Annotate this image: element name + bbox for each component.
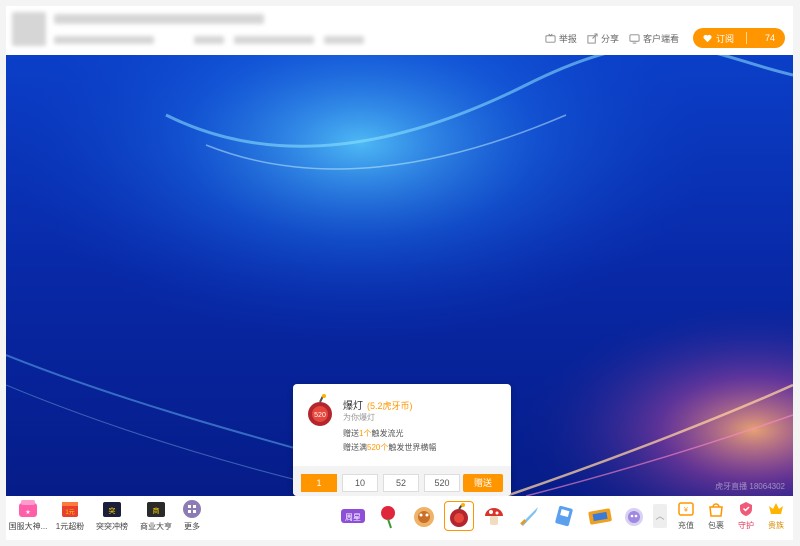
gift-title: 爆灯 (5.2虎牙币) [343,397,413,412]
recharge-icon: ¥ [678,502,694,516]
bomb-light-icon: 520 [308,394,332,426]
svg-text:突: 突 [109,506,116,515]
svg-text:520: 520 [314,412,326,419]
bottom-toolbar: ★ 国服大神... 1元 1元超粉 突 突突冲榜 商 商业大亨 更多 周星 ︿ … [6,496,793,540]
blurred-room-title [54,14,264,24]
activity-label: 国服大神... [8,522,48,531]
gift-subtitle: 为你爆灯 [343,413,375,422]
gift-slot-weekly-star[interactable]: 周星 [339,502,367,530]
chevron-up-icon: ︿ [655,511,665,521]
line1-highlight: 1个 [359,429,372,438]
svg-text:★: ★ [25,509,30,516]
recharge-button[interactable]: ¥ 充值 [672,500,700,531]
send-gift-button[interactable]: 赠送 [463,474,503,492]
gift-popup-body: 520 爆灯 (5.2虎牙币) 为你爆灯 赠送1个触发流光 赠送满520个触发世界… [293,384,511,458]
gift-slot-sword[interactable] [515,502,543,530]
ticket-icon [588,508,612,525]
svg-text:1元: 1元 [65,509,74,516]
gift-popup-footer: 1 10 52 520 赠送 [293,466,511,496]
line2-suffix: 触发世界横幅 [388,443,437,452]
blurred-room-info-3 [234,36,314,44]
gift-slot-bomb-light[interactable] [444,501,474,531]
card-icon [555,505,573,527]
activity-label: 商业大亨 [140,522,172,531]
business-tycoon-icon: 商 [147,502,165,517]
share-label: 分享 [600,33,619,44]
line1-prefix: 赠送 [343,429,359,438]
share-link[interactable]: 分享 [587,32,619,45]
header-actions: 举报 分享 客户端看 订阅 74 [545,28,785,48]
weekly-star-icon: 周星 [341,509,365,523]
bomb-light-icon [450,503,468,527]
subscribe-count: 74 [764,33,775,43]
noble-label: 贵族 [768,521,784,530]
subscribe-divider [745,32,747,44]
quantity-1-button[interactable]: 1 [301,474,337,492]
guard-icon [740,502,752,516]
activity-one-yuan-fan[interactable]: 1元 1元超粉 [48,499,92,532]
gift-slot-ticket[interactable] [586,502,614,530]
cake-icon [414,507,434,527]
line2-highlight: 520个 [367,443,389,452]
heart-icon [703,34,712,42]
gift-price: (5.2虎牙币) [367,401,413,411]
blurred-room-info-4 [324,36,364,44]
noble-button[interactable]: 贵族 [762,500,790,531]
line1-suffix: 触发流光 [371,429,404,438]
subscribe-label: 订阅 [715,33,734,44]
package-button[interactable]: 包裹 [702,500,730,531]
activity-more[interactable]: 更多 [170,499,214,532]
video-watermark: 虎牙直播 18064302 [715,482,785,491]
package-label: 包裹 [708,521,724,530]
report-link[interactable]: 举报 [545,32,577,45]
rose-icon [381,506,395,529]
monitor-icon [629,33,640,44]
mushroom-icon [485,508,503,525]
recharge-label: 充值 [678,521,694,530]
app-frame: 举报 分享 客户端看 订阅 74 虎牙直播 18064302 520 爆灯 (5… [6,6,793,540]
activity-label: 更多 [184,522,200,531]
svg-text:商: 商 [153,506,160,515]
activity-label: 突突冲榜 [96,522,128,531]
gift-effect-line-2: 赠送满520个触发世界横幅 [343,442,436,453]
more-grid-icon [183,500,201,518]
national-server-icon: ★ [19,500,37,517]
activity-rank-rush[interactable]: 突 突突冲榜 [90,499,134,532]
tv-report-icon [545,33,556,43]
gift-bar-scroll-up[interactable]: ︿ [653,504,667,528]
activity-national-server[interactable]: ★ 国服大神... [6,499,50,532]
quantity-52-button[interactable]: 52 [383,474,419,492]
sword-icon [520,507,538,526]
line2-prefix: 赠送满 [343,443,367,452]
gift-popup: 520 爆灯 (5.2虎牙币) 为你爆灯 赠送1个触发流光 赠送满520个触发世界… [293,384,511,502]
mascot-icon [625,508,643,526]
one-yuan-fan-icon: 1元 [62,502,78,517]
client-link[interactable]: 客户端看 [629,32,679,45]
quantity-10-button[interactable]: 10 [342,474,378,492]
svg-text:¥: ¥ [684,507,688,514]
subscribe-button[interactable]: 订阅 74 [692,28,785,48]
gift-name: 爆灯 [343,401,363,412]
guard-label: 守护 [738,521,754,530]
gift-slot-mushroom[interactable] [480,502,508,530]
activity-label: 1元超粉 [55,522,85,531]
rank-rush-icon: 突 [103,502,121,517]
gift-slot-cake[interactable] [410,502,438,530]
weekly-star-badge-text: 周星 [345,513,361,522]
room-header: 举报 分享 客户端看 订阅 74 [6,6,793,55]
gift-slot-card[interactable] [551,502,579,530]
guard-button[interactable]: 守护 [732,500,760,531]
report-label: 举报 [558,33,577,44]
package-icon [709,503,723,517]
gift-slot-rose[interactable] [375,502,403,530]
noble-icon [769,503,783,514]
gift-slot-mascot[interactable] [620,502,648,530]
gift-effect-line-1: 赠送1个触发流光 [343,428,403,439]
quantity-520-button[interactable]: 520 [424,474,460,492]
client-label: 客户端看 [642,33,679,44]
blurred-room-info [54,36,154,44]
blurred-avatar [12,12,46,46]
blurred-room-info-2 [194,36,224,44]
share-icon [587,32,598,44]
